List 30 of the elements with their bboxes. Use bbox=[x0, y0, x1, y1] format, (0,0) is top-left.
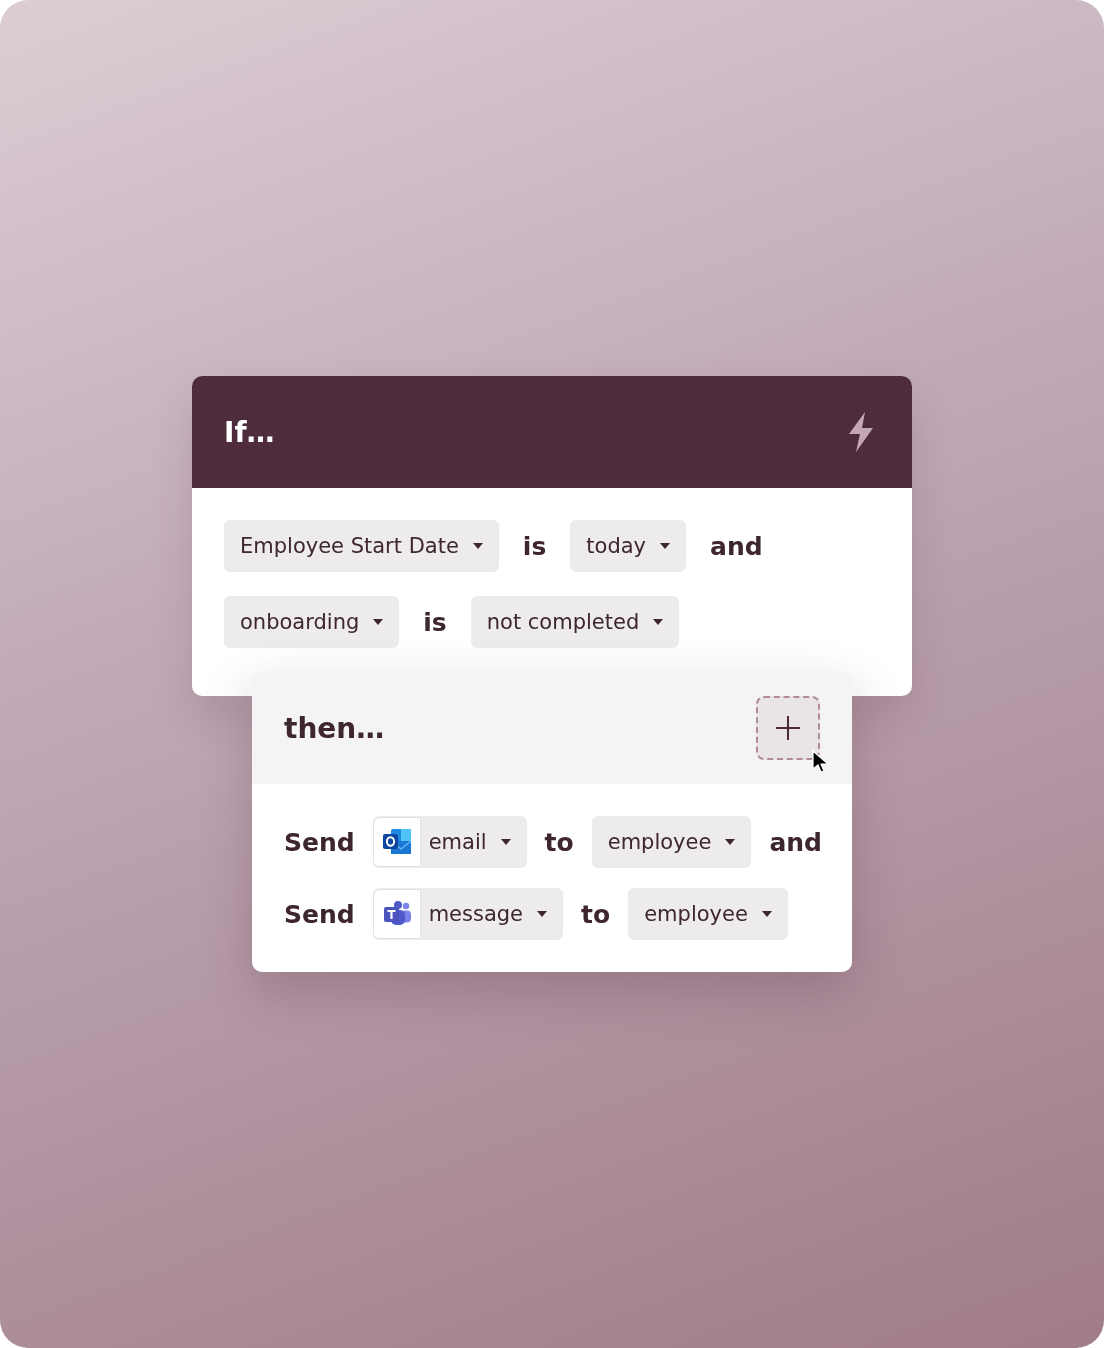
keyword: is bbox=[522, 531, 547, 561]
caret-icon bbox=[653, 619, 664, 625]
dropdown[interactable]: message bbox=[372, 888, 564, 940]
dropdown[interactable]: employee bbox=[628, 888, 788, 940]
cursor-icon bbox=[812, 750, 830, 774]
caret-icon bbox=[472, 543, 483, 549]
plus-icon bbox=[775, 715, 801, 741]
keyword: to bbox=[581, 899, 611, 929]
keyword: and bbox=[769, 827, 822, 857]
card-title: If… bbox=[224, 415, 275, 449]
card-title: then… bbox=[284, 711, 385, 745]
add-button[interactable] bbox=[756, 696, 820, 760]
keyword: to bbox=[544, 827, 574, 857]
dropdown[interactable]: onboarding bbox=[224, 596, 400, 648]
lightning-icon bbox=[846, 412, 876, 452]
dropdown[interactable]: not completed bbox=[470, 596, 680, 648]
caret-icon bbox=[725, 839, 736, 845]
caret-icon bbox=[761, 911, 772, 917]
keyword: is bbox=[423, 607, 447, 637]
dropdown[interactable]: employee bbox=[591, 816, 752, 868]
caret-icon bbox=[500, 839, 511, 845]
dropdown[interactable]: today bbox=[570, 520, 687, 572]
dropdown[interactable]: email bbox=[372, 816, 527, 868]
caret-icon bbox=[373, 619, 384, 625]
dropdown[interactable]: Employee Start Date bbox=[224, 520, 499, 572]
caret-icon bbox=[537, 911, 548, 917]
caret-icon bbox=[660, 543, 671, 549]
keyword: Send bbox=[284, 899, 355, 929]
keyword: and bbox=[710, 531, 763, 561]
keyword: Send bbox=[284, 827, 355, 857]
